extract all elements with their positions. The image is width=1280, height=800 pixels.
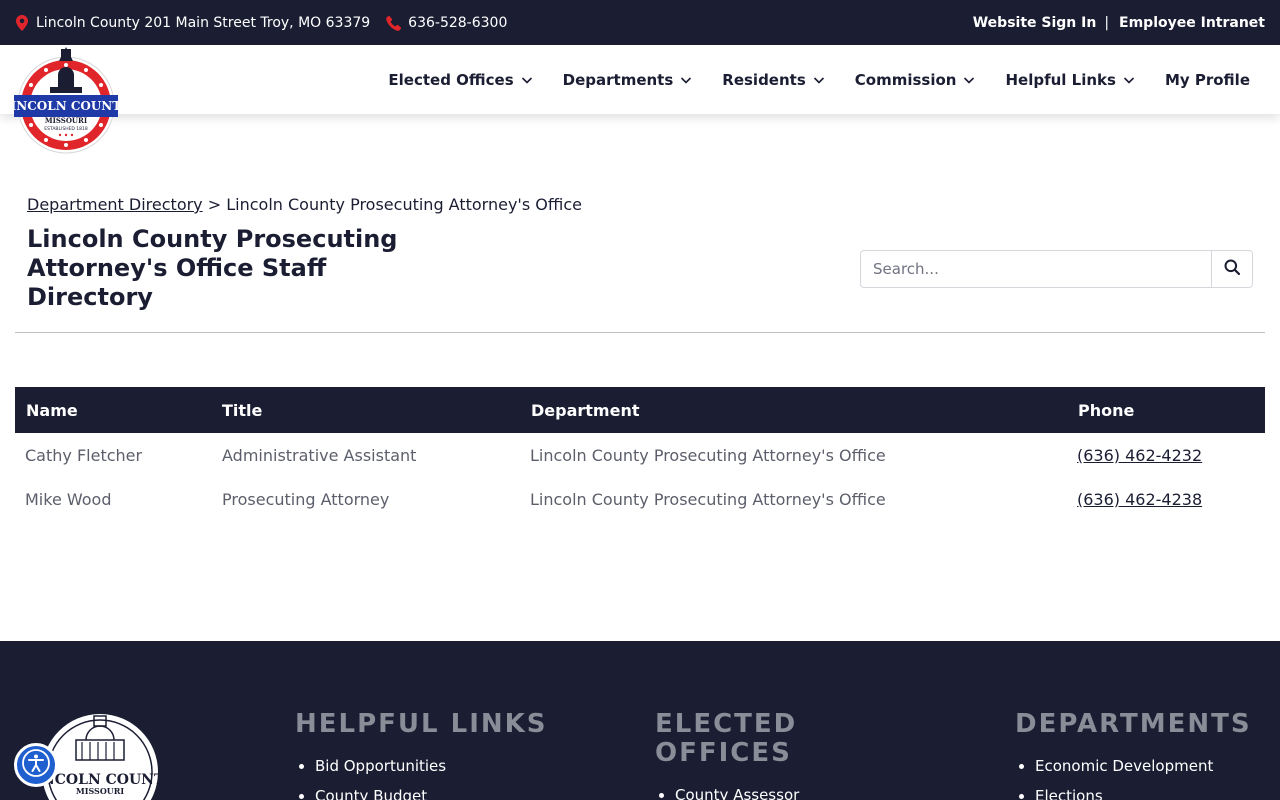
nav-item-label: Commission	[854, 70, 957, 89]
chevron-down-icon	[963, 74, 975, 86]
phone-text: 636-528-6300	[408, 14, 508, 31]
column-header-name[interactable]: Name	[16, 401, 212, 420]
page-title: Lincoln County Prosecuting Attorney's Of…	[27, 225, 398, 311]
phone-icon	[386, 15, 402, 31]
cell-name: Cathy Fletcher	[25, 445, 143, 465]
logo-established: ESTABLISHED 1818	[44, 126, 88, 132]
footer-column-elected-offices: ELECTED OFFICES County Assessor	[655, 710, 815, 800]
breadcrumb-link-department-directory[interactable]: Department Directory	[27, 195, 203, 214]
nav-item-elected-offices[interactable]: Elected Offices	[388, 71, 532, 89]
search-button[interactable]	[1212, 251, 1252, 287]
footer-link-elections[interactable]: Elections	[1035, 781, 1252, 800]
map-pin-icon	[14, 14, 30, 31]
chevron-down-icon	[813, 74, 825, 86]
phone-item[interactable]: 636-528-6300	[386, 15, 507, 31]
employee-intranet-link[interactable]: Employee Intranet	[1119, 15, 1265, 31]
site-footer: LINCOLN COUNTY MISSOURI HELPFUL LINKS Bi…	[0, 641, 1280, 800]
address-item: Lincoln County 201 Main Street Troy, MO …	[14, 14, 371, 31]
logo-state: MISSOURI	[45, 116, 87, 125]
footer-heading-departments: DEPARTMENTS	[1015, 709, 1252, 739]
county-logo[interactable]: LINCOLN COUNTY MISSOURI ESTABLISHED 1818	[2, 47, 130, 155]
chevron-down-icon	[680, 74, 692, 86]
search-input[interactable]	[861, 251, 1212, 287]
footer-link-bid-opportunities[interactable]: Bid Opportunities	[315, 751, 548, 781]
top-bar: Lincoln County 201 Main Street Troy, MO …	[0, 0, 1280, 45]
breadcrumb-current: Lincoln County Prosecuting Attorney's Of…	[226, 195, 582, 214]
search-icon	[1224, 259, 1241, 279]
footer-heading-elected-offices: ELECTED OFFICES	[655, 709, 798, 768]
main-header: Elected Offices Departments Residents Co…	[0, 45, 1280, 114]
search-box	[860, 250, 1253, 288]
cell-name: Mike Wood	[25, 489, 112, 509]
accessibility-button[interactable]	[14, 743, 58, 787]
footer-link-economic-development[interactable]: Economic Development	[1035, 751, 1252, 781]
footer-heading-helpful-links: HELPFUL LINKS	[295, 709, 548, 739]
nav-item-my-profile[interactable]: My Profile	[1165, 71, 1250, 89]
accessibility-icon	[21, 748, 51, 782]
cell-department: Lincoln County Prosecuting Attorney's Of…	[530, 489, 886, 509]
nav-item-label: Helpful Links	[1005, 70, 1116, 89]
table-row: Cathy Fletcher Administrative Assistant …	[15, 433, 1265, 477]
nav-item-residents[interactable]: Residents	[722, 71, 824, 89]
main-nav: Elected Offices Departments Residents Co…	[358, 45, 1250, 114]
footer-link-county-budget[interactable]: County Budget	[315, 781, 548, 800]
nav-item-label: Residents	[722, 70, 806, 89]
cell-department: Lincoln County Prosecuting Attorney's Of…	[530, 445, 886, 465]
nav-item-departments[interactable]: Departments	[563, 71, 693, 89]
logo-name: LINCOLN COUNTY	[14, 99, 118, 113]
nav-item-label: Elected Offices	[388, 70, 514, 89]
address-text: Lincoln County 201 Main Street Troy, MO …	[36, 14, 371, 31]
table-row: Mike Wood Prosecuting Attorney Lincoln C…	[15, 477, 1265, 521]
column-header-phone[interactable]: Phone	[1068, 401, 1264, 420]
nav-item-helpful-links[interactable]: Helpful Links	[1005, 70, 1135, 89]
cell-phone-link[interactable]: (636) 462-4232	[1077, 446, 1202, 465]
nav-item-label: Departments	[562, 70, 674, 89]
footer-column-helpful-links: HELPFUL LINKS Bid Opportunities County B…	[295, 710, 548, 800]
topbar-separator: |	[1104, 14, 1110, 31]
cell-title: Administrative Assistant	[222, 445, 417, 465]
table-header: Name Title Department Phone	[15, 387, 1265, 433]
nav-item-label: My Profile	[1164, 70, 1250, 89]
website-sign-in-link[interactable]: Website Sign In	[973, 15, 1097, 31]
staff-table: Name Title Department Phone Cathy Fletch…	[15, 387, 1265, 521]
chevron-down-icon	[1123, 74, 1135, 86]
cell-phone-link[interactable]: (636) 462-4238	[1077, 490, 1202, 509]
section-divider	[15, 332, 1265, 333]
breadcrumb-separator: >	[207, 195, 222, 214]
footer-link-county-assessor[interactable]: County Assessor	[675, 780, 815, 800]
chevron-down-icon	[521, 74, 533, 86]
nav-item-commission[interactable]: Commission	[855, 71, 976, 89]
column-header-department[interactable]: Department	[521, 401, 1068, 420]
footer-logo[interactable]: LINCOLN COUNTY MISSOURI	[26, 706, 175, 800]
breadcrumb: Department Directory > Lincoln County Pr…	[27, 195, 582, 214]
column-header-title[interactable]: Title	[212, 401, 521, 420]
cell-title: Prosecuting Attorney	[222, 489, 390, 509]
footer-column-departments: DEPARTMENTS Economic Development Electio…	[1015, 710, 1252, 800]
footer-logo-state: MISSOURI	[76, 786, 125, 796]
